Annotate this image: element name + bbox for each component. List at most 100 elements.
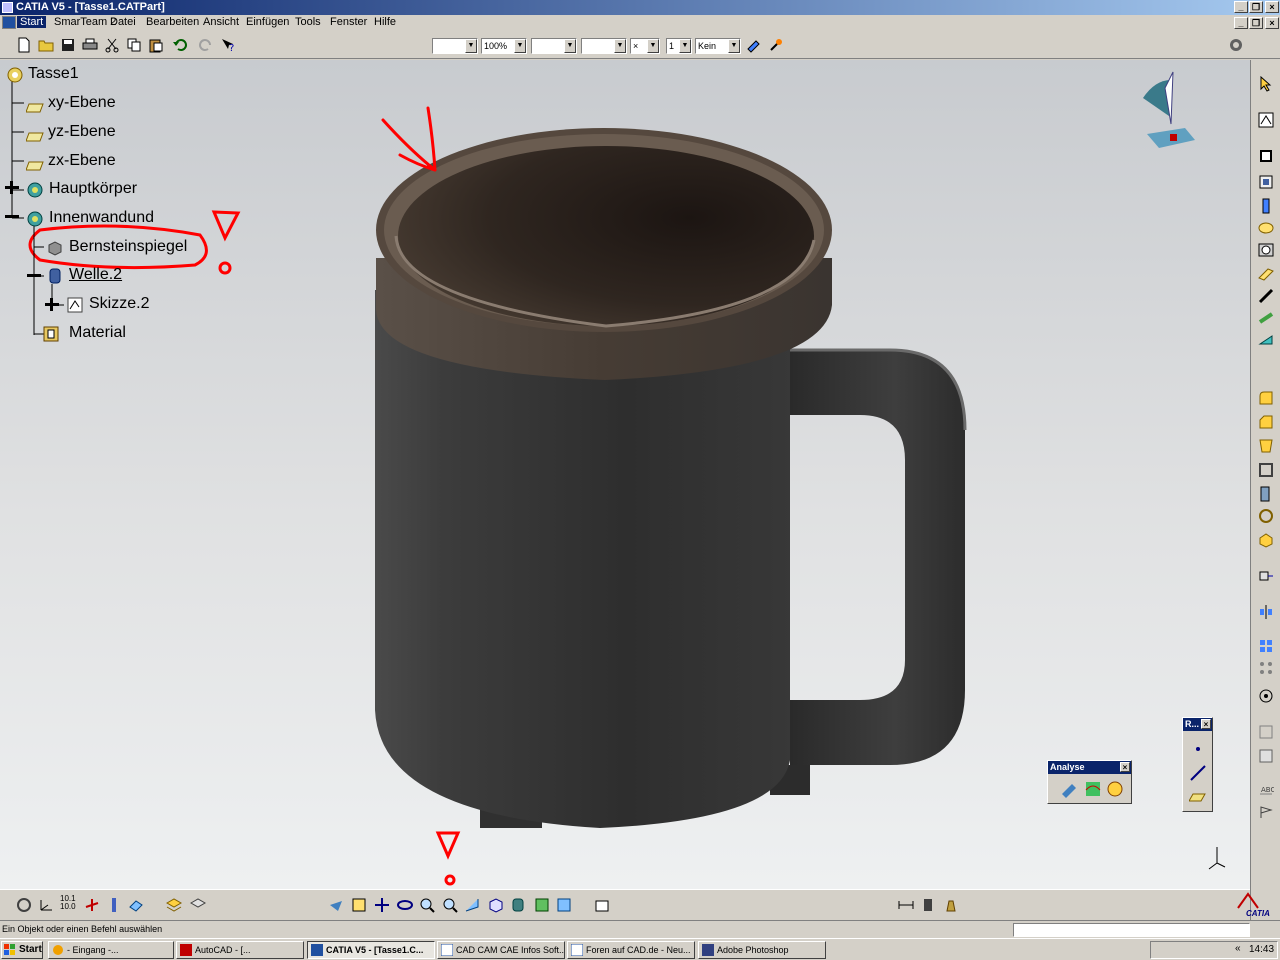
- catalog-icon[interactable]: [166, 897, 182, 913]
- 3d-viewport[interactable]: Tasse1 xy-Ebene yz-Ebene zx-Ebene Hauptk…: [0, 60, 1250, 889]
- flag-note-icon[interactable]: [1258, 804, 1274, 820]
- loft-icon[interactable]: [1258, 332, 1274, 348]
- apply-material-icon[interactable]: [1258, 748, 1274, 764]
- task-cad-cam[interactable]: CAD CAM CAE Infos Soft...: [437, 941, 565, 959]
- rotate-icon[interactable]: [397, 897, 413, 913]
- task-catia[interactable]: CATIA V5 - [Tasse1.C...: [307, 941, 435, 959]
- normal-view-icon[interactable]: [464, 897, 480, 913]
- zoom-out-icon[interactable]: [442, 897, 458, 913]
- measure-between-icon[interactable]: [898, 897, 914, 913]
- copy-icon[interactable]: [126, 37, 142, 53]
- undo-icon[interactable]: [172, 37, 188, 53]
- catia-app-icon[interactable]: [2, 2, 13, 13]
- menu-start[interactable]: Start: [17, 16, 47, 28]
- thickness-icon[interactable]: [1258, 486, 1274, 502]
- open-folder-icon[interactable]: [38, 37, 54, 53]
- update-icon[interactable]: [16, 897, 32, 913]
- new-file-icon[interactable]: [16, 37, 32, 53]
- layer-combo[interactable]: Kein ▼: [695, 38, 741, 54]
- slot-icon[interactable]: [1258, 288, 1274, 304]
- groove-icon[interactable]: [1258, 220, 1274, 236]
- task-photoshop[interactable]: Adobe Photoshop: [698, 941, 826, 959]
- menu-smarteam[interactable]: SmarTeam 2: [54, 16, 116, 28]
- spec-tree-icon[interactable]: [106, 897, 122, 913]
- menu-fenster[interactable]: Fenster: [330, 16, 367, 28]
- task-autocad[interactable]: AutoCAD - [...: [176, 941, 304, 959]
- surface-icon[interactable]: [128, 897, 144, 913]
- compass-icon[interactable]: [1135, 68, 1199, 152]
- shaft-tool-icon[interactable]: [1258, 198, 1274, 214]
- document-icon[interactable]: [2, 16, 16, 29]
- draft-icon[interactable]: [1258, 438, 1274, 454]
- remove-face-icon[interactable]: [1258, 532, 1274, 548]
- pan-icon[interactable]: [374, 897, 390, 913]
- reference-toolbar[interactable]: R... ×: [1182, 717, 1213, 812]
- cut-icon[interactable]: [104, 37, 120, 53]
- rendering-style-combo[interactable]: 1 ▼: [666, 38, 692, 54]
- constraint-icon[interactable]: [1258, 688, 1274, 704]
- menu-hilfe[interactable]: Hilfe: [374, 16, 396, 28]
- catalog-browser-icon[interactable]: [190, 897, 206, 913]
- 3d-compass-icon[interactable]: [84, 897, 100, 913]
- graphic-properties-icon[interactable]: [768, 37, 784, 53]
- hide-show-icon[interactable]: [534, 897, 550, 913]
- draft-analysis-icon[interactable]: [1060, 780, 1078, 798]
- swap-space-icon[interactable]: [556, 897, 572, 913]
- start-button[interactable]: Start: [1, 941, 43, 959]
- doc-close-button[interactable]: ×: [1265, 17, 1279, 29]
- menu-datei[interactable]: Datei: [110, 16, 136, 28]
- clock[interactable]: 14:43: [1249, 944, 1274, 955]
- fillet-icon[interactable]: [1258, 390, 1274, 406]
- task-eingang[interactable]: - Eingang -...: [48, 941, 174, 959]
- doc-minimize-button[interactable]: _: [1234, 17, 1248, 29]
- pattern-icon[interactable]: [1258, 638, 1274, 654]
- point-icon[interactable]: [1189, 740, 1207, 758]
- chamfer-icon[interactable]: [1258, 414, 1274, 430]
- point-symbol-combo[interactable]: × ▼: [630, 38, 660, 54]
- hole-icon[interactable]: [1258, 242, 1274, 258]
- analyse-close-icon[interactable]: ×: [1120, 762, 1130, 772]
- menu-einfuegen[interactable]: Einfügen: [246, 16, 289, 28]
- minimize-button[interactable]: _: [1234, 1, 1248, 13]
- pocket-icon[interactable]: [1258, 174, 1274, 190]
- menu-ansicht[interactable]: Ansicht: [203, 16, 239, 28]
- workbench-icon[interactable]: [1228, 37, 1244, 53]
- task-foren[interactable]: Foren auf CAD.de - Neu...: [567, 941, 695, 959]
- menu-bearbeiten[interactable]: Bearbeiten: [146, 16, 199, 28]
- redo-icon[interactable]: [198, 37, 214, 53]
- linetype-combo[interactable]: ▼: [531, 38, 577, 54]
- shell-icon[interactable]: [1258, 462, 1274, 478]
- annotation-text-icon[interactable]: ABC: [1258, 782, 1274, 798]
- tray-expand-button[interactable]: «: [1235, 943, 1241, 954]
- close-button[interactable]: ×: [1265, 1, 1279, 13]
- stiffener-icon[interactable]: [1258, 310, 1274, 326]
- thickness-analysis-icon[interactable]: [1106, 780, 1124, 798]
- zoom-in-icon[interactable]: [419, 897, 435, 913]
- render-style-icon[interactable]: [510, 897, 526, 913]
- rib-icon[interactable]: [1258, 266, 1274, 282]
- multi-view-icon[interactable]: [594, 897, 610, 913]
- doc-restore-button[interactable]: ❐: [1249, 17, 1263, 29]
- restore-button[interactable]: ❐: [1249, 1, 1263, 13]
- measure-inertia-icon[interactable]: [943, 897, 959, 913]
- analyse-toolbar[interactable]: Analyse ×: [1047, 760, 1132, 804]
- command-input[interactable]: [1013, 923, 1250, 937]
- menu-tools[interactable]: Tools: [295, 16, 321, 28]
- help-whats-this-icon[interactable]: ?: [220, 37, 236, 53]
- print-icon[interactable]: [82, 37, 98, 53]
- curvature-analysis-icon[interactable]: [1084, 780, 1102, 798]
- color-combo[interactable]: ▼: [432, 38, 478, 54]
- save-icon[interactable]: [60, 37, 76, 53]
- line-icon[interactable]: [1189, 764, 1207, 782]
- paste-icon[interactable]: [148, 37, 164, 53]
- fly-mode-icon[interactable]: [328, 897, 344, 913]
- plane-tool-icon[interactable]: [1189, 788, 1207, 806]
- mirror-icon[interactable]: [1258, 604, 1274, 620]
- transparency-combo[interactable]: 100% ▼: [481, 38, 527, 54]
- grid-snap-button[interactable]: 10.1 10.0: [60, 895, 76, 911]
- translate-icon[interactable]: [1258, 568, 1274, 584]
- linewidth-combo[interactable]: ▼: [581, 38, 627, 54]
- reference-close-icon[interactable]: ×: [1201, 719, 1211, 729]
- fit-all-icon[interactable]: [351, 897, 367, 913]
- measure-item-icon[interactable]: [920, 897, 936, 913]
